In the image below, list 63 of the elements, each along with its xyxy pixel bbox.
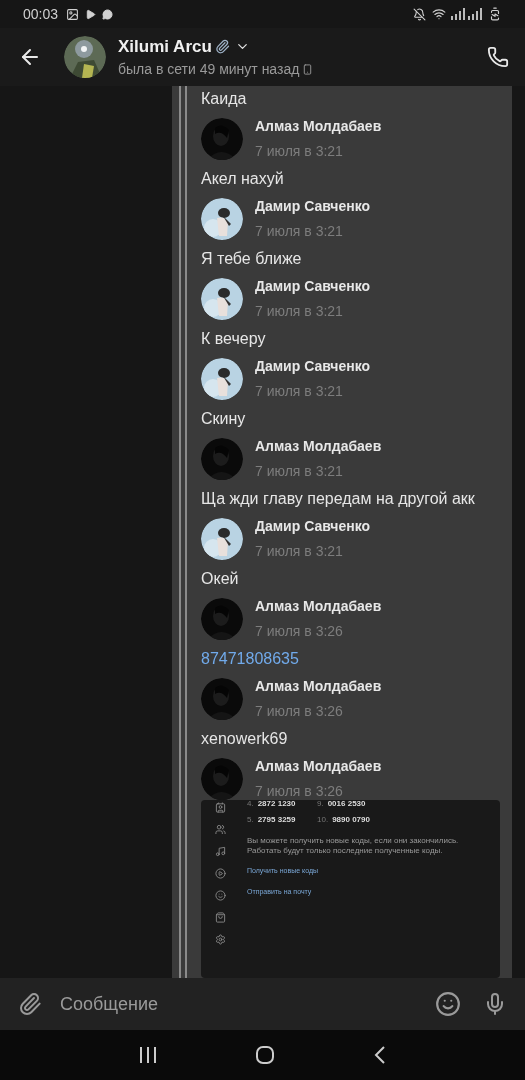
message-text: Скину (201, 409, 246, 429)
author-name: Дамир Савченко (255, 517, 371, 536)
code-number: 10. (317, 814, 329, 826)
call-button[interactable] (487, 46, 509, 68)
menu-icon (214, 934, 226, 945)
message-text: Я тебе ближе (201, 249, 302, 269)
author-name: Алмаз Молдабаев (255, 597, 382, 616)
message-field[interactable]: Сообщение (60, 984, 435, 1024)
image-icon (66, 7, 80, 21)
code-number: 4. (247, 800, 254, 810)
menu-icon (214, 890, 226, 901)
message-date: 7 июля в 3:21 (255, 462, 344, 481)
author-name: Алмаз Молдабаев (255, 437, 382, 456)
paperclip-icon (214, 39, 230, 54)
author-name: Дамир Савченко (255, 197, 371, 216)
message-text: Акел нахуй (201, 169, 284, 189)
message-date: 7 июля в 3:21 (255, 542, 344, 561)
code-number: 5. (247, 814, 254, 826)
recent-apps-icon[interactable] (139, 1047, 158, 1063)
message-date: 7 июля в 3:21 (255, 142, 344, 161)
battery-icon (488, 7, 502, 21)
message-date: 7 июля в 3:21 (255, 302, 344, 321)
backup-code: 2872 1230 (257, 800, 296, 810)
back-icon[interactable] (373, 1046, 386, 1064)
mute-icon (413, 7, 426, 21)
message-date: 7 июля в 3:26 (255, 622, 344, 641)
author-name: Дамир Савченко (255, 277, 371, 296)
backup-code: 9890 0790 (332, 814, 370, 826)
attach-icon[interactable] (18, 992, 42, 1016)
author-name: Алмаз Молдабаев (255, 677, 382, 696)
message-text: xenowerk69 (201, 729, 288, 749)
message-icon (102, 8, 114, 20)
message-text: Окей (201, 569, 239, 589)
message-text: Ща жди главу передам на другой акк (201, 489, 475, 509)
author-name: Алмаз Молдабаев (255, 757, 382, 776)
backup-code: 2795 3259 (257, 814, 296, 826)
home-icon[interactable] (255, 1045, 276, 1065)
code-number: 9. (317, 800, 324, 810)
phone-icon (302, 64, 314, 76)
menu-icon (214, 912, 226, 923)
message-text: К вечеру (201, 329, 266, 349)
author-name: Дамир Савченко (255, 357, 371, 376)
wifi-icon (432, 7, 446, 21)
phone-link[interactable]: 87471808635 (201, 647, 299, 671)
author-name: Алмаз Молдабаев (255, 117, 382, 136)
last-seen: была в сети 49 минут назад (118, 60, 300, 80)
message-composer[interactable]: Сообщение (0, 978, 525, 1030)
signal-icon (450, 8, 482, 20)
message-text: Каида (201, 89, 247, 109)
contact-name: Xilumi Arcu (118, 35, 212, 58)
codes-note: Вы можете получить новые коды, если они закончились. Работать будут только последние полученные коды. (247, 836, 460, 856)
message-date: 7 июля в 3:26 (255, 702, 344, 721)
menu-icon (214, 868, 226, 879)
play-icon (85, 8, 97, 20)
message-date: 7 июля в 3:21 (255, 382, 344, 401)
message-date: 7 июля в 3:21 (255, 222, 344, 241)
emoji-icon[interactable] (435, 991, 461, 1017)
menu-icon (214, 846, 226, 857)
menu-icon (214, 824, 226, 835)
menu-icon (214, 802, 226, 813)
message-date: 7 июля в 3:26 (255, 782, 344, 801)
backup-code: 0016 2530 (327, 800, 366, 810)
status-time: 00:03 (23, 4, 59, 24)
